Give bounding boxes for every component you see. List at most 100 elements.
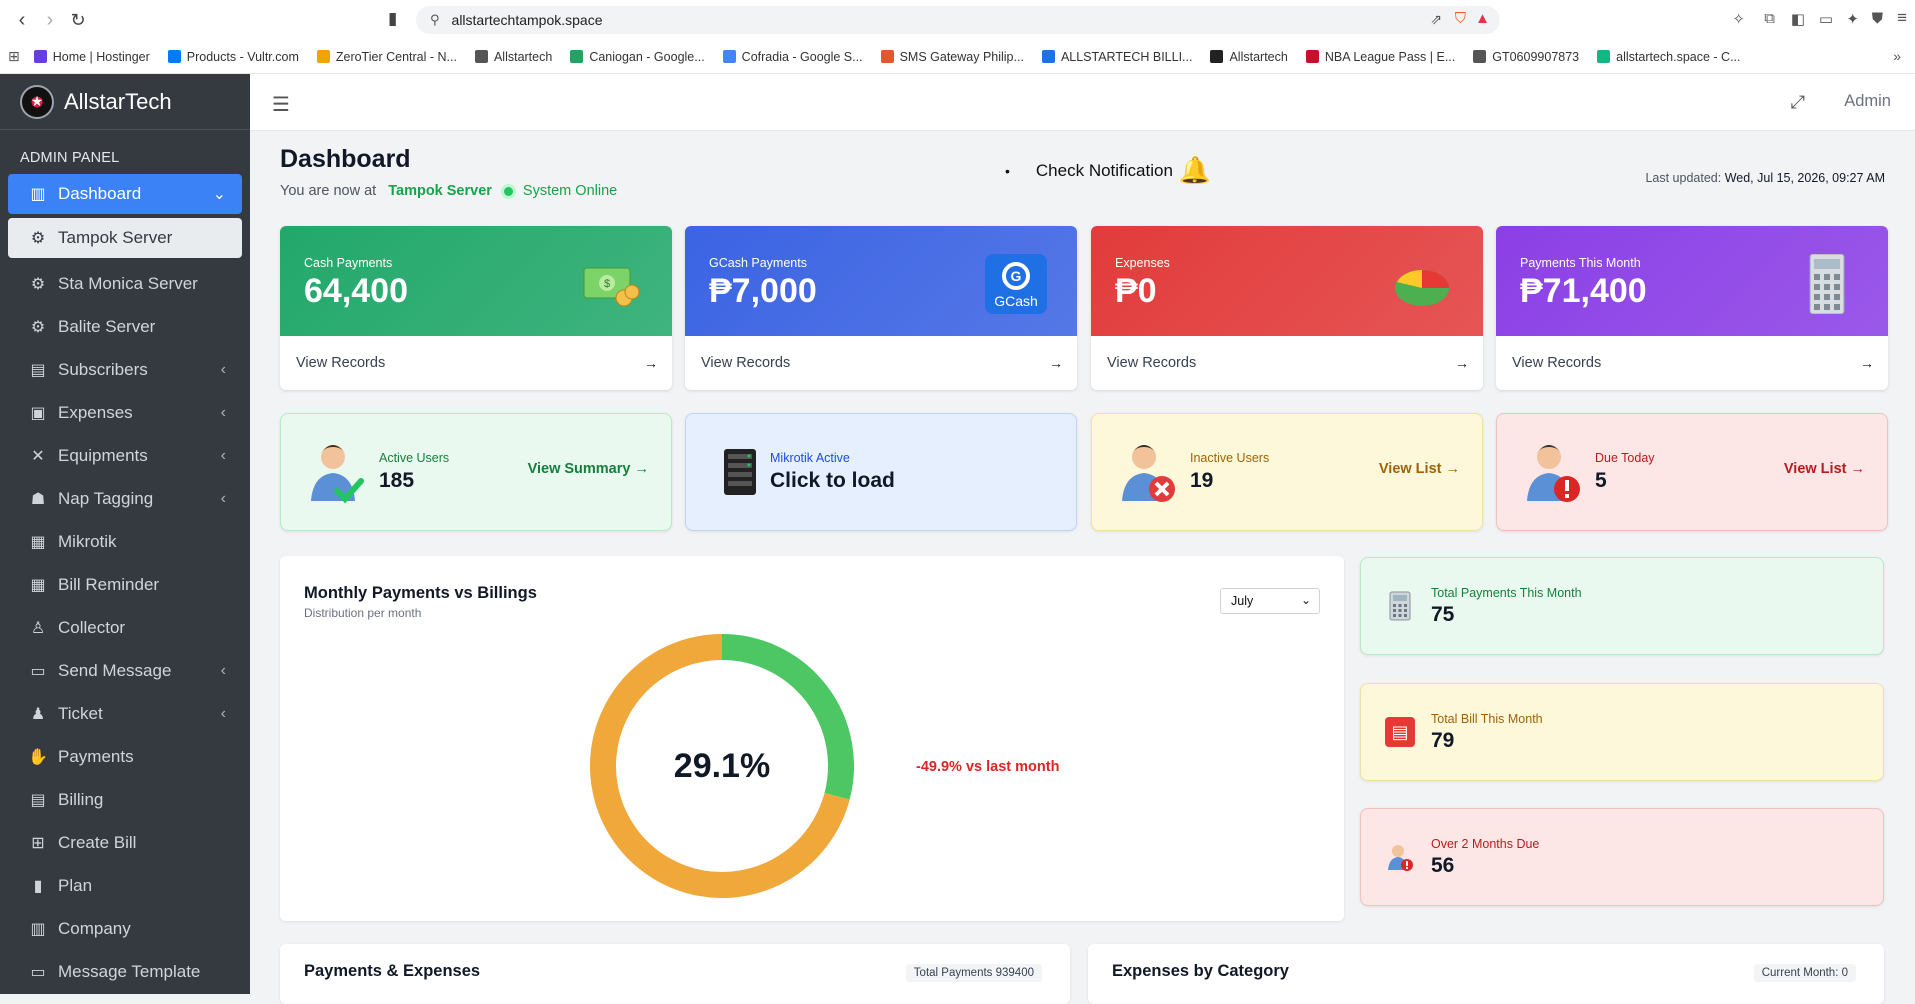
month-delta: -49.9% vs last month (916, 759, 1060, 775)
brand[interactable]: ★ AllstarTech (0, 74, 250, 130)
sidebar-item-billing[interactable]: ▤ Billing (0, 778, 250, 821)
view-summary-label: View Summary (527, 461, 631, 477)
sidebar-item-tampok-server[interactable]: ⚙ Tampok Server (8, 218, 242, 258)
sidebar-item-payments[interactable]: ✋ Payments (0, 735, 250, 778)
file-icon: ▮ (33, 877, 43, 895)
message-icon: ▭ (30, 662, 46, 680)
server-icon: ▦ (30, 533, 46, 551)
chevron-down-icon: ⌄ (1300, 593, 1311, 607)
bookmark-icon[interactable]: ▮ (388, 9, 397, 29)
panel-title: ADMIN PANEL (20, 150, 120, 166)
sidebar-item-collector[interactable]: ♙ Collector (0, 606, 250, 649)
bell-icon[interactable]: 🔔 (1179, 155, 1211, 186)
forward-icon[interactable]: › (36, 6, 64, 34)
gear-icon: ⚙ (30, 275, 46, 293)
bookmark-item[interactable]: GT0609907873 (1473, 50, 1579, 64)
sidebar-item-nap-tagging[interactable]: ☗ Nap Tagging ‹ (0, 477, 250, 520)
rewards-icon[interactable]: ▲ (1475, 10, 1490, 27)
vpn-icon[interactable]: ⛊ (1872, 10, 1883, 27)
sidebar-item-label: Subscribers (58, 359, 148, 379)
url-text: allstartechtampok.space (451, 12, 603, 28)
bookmark-item[interactable]: ZeroTier Central - N... (316, 49, 457, 64)
stat-card-header: Cash Payments 64,400 $ (280, 226, 672, 336)
bookmark-item[interactable]: Allstartech (474, 50, 552, 64)
site-settings-icon[interactable]: ⚲ (430, 12, 440, 28)
bookmark-item[interactable]: NBA League Pass | E... (1305, 50, 1455, 64)
total-payments-label: Total Payments This Month (1431, 585, 1582, 600)
bookmark-favicon-icon (474, 50, 488, 63)
bookmark-item[interactable]: SMS Gateway Philip... (880, 50, 1024, 64)
extensions-icon[interactable]: ✧ (1732, 10, 1745, 28)
dashboard-icon: ▥ (30, 186, 46, 203)
sidebar-item-label: Mikrotik (58, 531, 117, 551)
sidebar-item-send-message[interactable]: ▭ Send Message ‹ (0, 649, 250, 692)
address-bar[interactable]: ⚲ allstartechtampok.space ⇗ ⛉ ▲ (416, 6, 1500, 34)
admin-user[interactable]: Admin (1844, 92, 1891, 111)
bookmark-label: ZeroTier Central - N... (335, 49, 457, 64)
back-icon[interactable]: ‹ (8, 6, 36, 34)
tab-search-icon[interactable]: ⧉ (1764, 10, 1775, 27)
sidebar-item-expenses[interactable]: ▣ Expenses ‹ (0, 391, 250, 434)
bookmark-item[interactable]: Products - Vultr.com (167, 50, 299, 64)
apps-icon[interactable]: ⊞ (8, 48, 20, 65)
view-records-link[interactable]: View Records → (1091, 336, 1483, 390)
bookmark-favicon-icon (1473, 50, 1487, 63)
bookmark-item[interactable]: Allstartech (1210, 50, 1288, 64)
sidebar-item-dashboard[interactable]: ▥ Dashboard ⌄ (8, 174, 242, 214)
sidebar-item-subscribers[interactable]: ▤ Subscribers ‹ (0, 348, 250, 391)
check-notification[interactable]: • Check Notification 🔔 (1005, 155, 1211, 186)
bookmark-item[interactable]: ALLSTARTECH BILLI... (1041, 50, 1192, 64)
user-alert-icon (1385, 842, 1415, 872)
menu-icon[interactable]: ≡ (1897, 8, 1907, 28)
sidebar-item-ticket[interactable]: ♟ Ticket ‹ (0, 692, 250, 735)
check-notification-label: Check Notification (1035, 160, 1173, 180)
inactive-view-list-label: View List (1378, 461, 1442, 477)
arrow-right-icon: → (1850, 461, 1866, 477)
sidebar-item-label: Ticket (58, 703, 103, 723)
users-gear-icon: ♟ (30, 705, 46, 723)
view-records-link[interactable]: View Records → (280, 336, 672, 390)
stat-card-header: Payments This Month ₱71,400 (1496, 226, 1888, 336)
sidebar-item-label: Plan (58, 875, 93, 895)
bookmark-label: Caniogan - Google... (589, 49, 705, 64)
browser-toolbar: ‹ › ↻ ▮ ⚲ allstartechtampok.space ⇗ ⛉ ▲ … (0, 0, 1915, 40)
mikrotik-card[interactable]: Mikrotik Active Click to load (685, 413, 1077, 531)
bookmark-item[interactable]: Home | Hostinger (33, 50, 150, 64)
more-bookmarks-icon[interactable]: » (1893, 48, 1901, 64)
network-icon: ☗ (30, 490, 46, 508)
share-icon[interactable]: ⇗ (1430, 11, 1442, 28)
sidebar-item-label: Send Message (58, 660, 172, 680)
sidebar: ★ AllstarTech ADMIN PANEL ▥ Dashboard ⌄ ⚙ Ta… (0, 74, 250, 994)
bookmark-item[interactable]: Cofradia - Google S... (722, 50, 863, 64)
sidebar-item-equipments[interactable]: ✕ Equipments ‹ (0, 434, 250, 477)
view-summary-link[interactable]: View Summary → (528, 461, 649, 477)
bookmark-item[interactable]: Caniogan - Google... (570, 49, 705, 64)
hand-coin-icon: ✋ (28, 748, 48, 766)
sidebar-toggle-icon[interactable]: ◧ (1791, 10, 1805, 28)
bookmark-item[interactable]: allstartech.space - C... (1597, 50, 1741, 64)
fullscreen-icon[interactable]: ⤢ (1791, 92, 1805, 113)
sidebar-item-create-bill[interactable]: ⊞ Create Bill (0, 821, 250, 864)
sidebar-item-label: Tampok Server (58, 228, 173, 247)
view-records-link[interactable]: View Records → (1496, 336, 1888, 390)
sidebar-item-plan[interactable]: ▮ Plan (0, 864, 250, 907)
brave-shield-icon[interactable]: ⛉ (1455, 10, 1466, 27)
wallet-icon[interactable]: ▭ (1819, 10, 1833, 28)
month-select[interactable]: July ⌄ (1220, 588, 1320, 614)
sidebar-item-bill-reminder[interactable]: ▦ Bill Reminder (0, 563, 250, 606)
donut-center-label: 29.1% (673, 746, 771, 785)
hamburger-icon[interactable]: ☰ (272, 92, 290, 117)
sidebar-item-balite-server[interactable]: ⚙ Balite Server (0, 305, 250, 348)
sidebar-item-mikrotik[interactable]: ▦ Mikrotik (0, 520, 250, 563)
sidebar-item-message-template[interactable]: ▭ Message Template (0, 950, 250, 993)
inactive-view-list-link[interactable]: View List → (1379, 461, 1460, 477)
reload-icon[interactable]: ↻ (64, 6, 92, 34)
sidebar-item-company[interactable]: ▥ Company (0, 907, 250, 950)
leo-icon[interactable]: ✦ (1846, 10, 1859, 28)
last-updated-label: Last updated: (1645, 171, 1722, 185)
gear-icon: ⚙ (30, 230, 46, 247)
view-records-link[interactable]: View Records → (685, 336, 1077, 390)
sidebar-item-sta-monica-server[interactable]: ⚙ Sta Monica Server (0, 262, 250, 305)
message-icon: ▭ (30, 963, 46, 981)
due-view-list-link[interactable]: View List → (1784, 461, 1865, 477)
